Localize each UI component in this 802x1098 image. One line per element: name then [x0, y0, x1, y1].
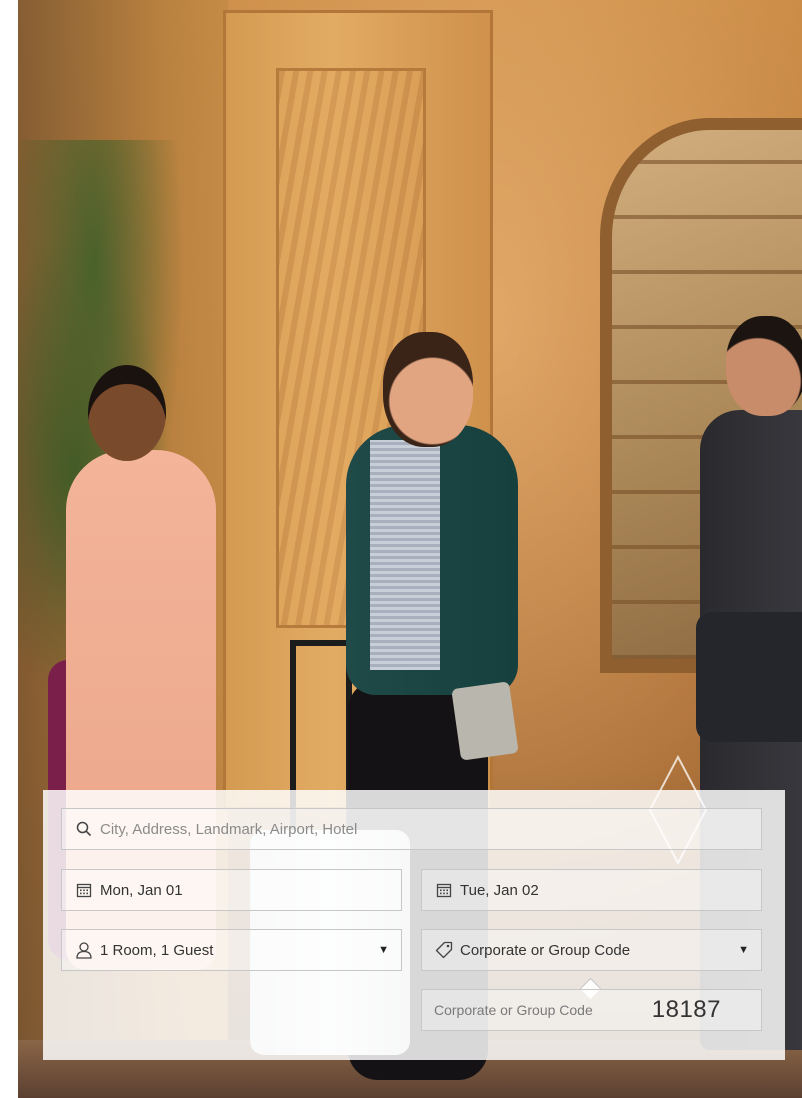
checkin-date-field[interactable]: Mon, Jan 01: [61, 869, 402, 911]
chevron-down-icon: ▼: [738, 944, 749, 956]
guest-center-head: [383, 332, 473, 447]
corporate-code-input[interactable]: Corporate or Group Code 18187: [421, 989, 762, 1031]
person-icon: [74, 940, 94, 960]
guest-center-shirt: [370, 440, 440, 670]
rooms-guests-dropdown[interactable]: 1 Room, 1 Guest ▼: [61, 929, 402, 971]
guest-right-bag: [696, 612, 802, 742]
checkout-date-text: Tue, Jan 02: [460, 881, 539, 899]
checkin-date-text: Mon, Jan 01: [100, 881, 183, 899]
rooms-guests-text: 1 Room, 1 Guest: [100, 941, 214, 959]
guest-left-head: [88, 365, 166, 461]
checkout-date-field[interactable]: Tue, Jan 02: [421, 869, 762, 911]
special-rates-text: Corporate or Group Code: [460, 941, 631, 959]
guest-center-bag: [451, 681, 519, 761]
corporate-code-label: Corporate or Group Code: [434, 1002, 593, 1018]
destination-placeholder: City, Address, Landmark, Airport, Hotel: [100, 820, 358, 838]
corporate-code-value: 18187: [651, 996, 721, 1023]
special-rates-dropdown[interactable]: Corporate or Group Code ▼: [421, 929, 762, 971]
calendar-icon: [74, 880, 94, 900]
guest-right-head: [726, 316, 802, 416]
search-icon: [74, 819, 94, 839]
destination-search-input[interactable]: City, Address, Landmark, Airport, Hotel: [61, 808, 762, 850]
tag-icon: [434, 940, 454, 960]
calendar-icon: [434, 880, 454, 900]
chevron-down-icon: ▼: [378, 944, 389, 956]
